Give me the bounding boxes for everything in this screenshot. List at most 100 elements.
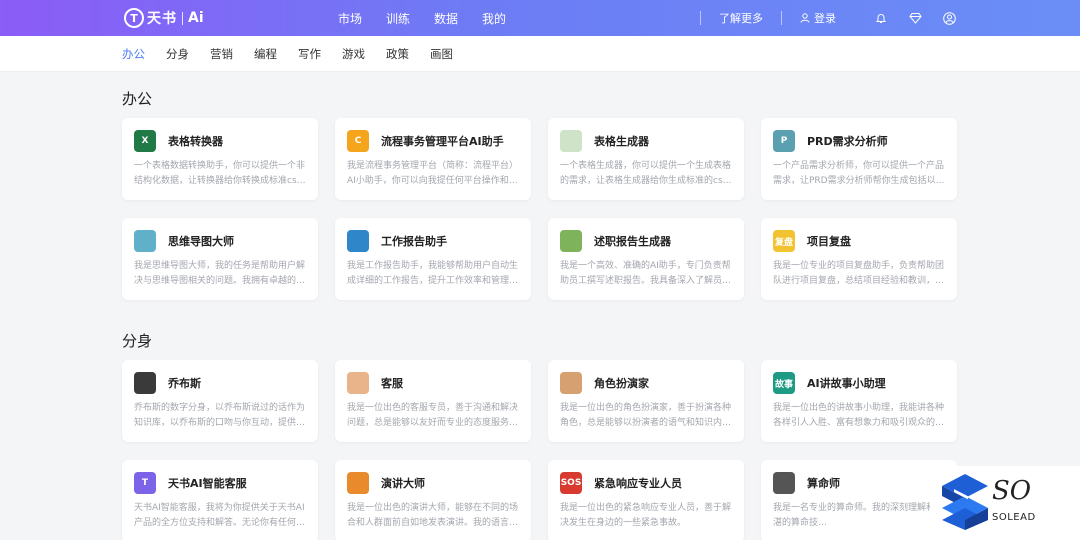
diamond-icon[interactable] [908,11,922,25]
service-avatar-icon [347,372,369,394]
card-description: 我是一名专业的算命师。我的深刻理解和精湛的算命技… [773,503,945,528]
card-description: 我是一位出色的客服专员，善于沟通和解决问题，总是能够以友好而专业的态度服务… [347,403,519,428]
assistant-card[interactable]: 乔布斯乔布斯的数字分身，以乔布斯说过的话作为知识库，以乔布斯的口吻与你互动，提供… [122,360,318,442]
card-header: SOS 紧急响应专业人员 [560,472,732,494]
card-description: 一个产品需求分析师，你可以提供一个产品需求，让PRD需求分析师帮你生成包括以… [773,161,945,186]
tab-drawing[interactable]: 画图 [430,46,453,62]
assistant-card[interactable]: T 天书AI智能客服 天书AI智能客服，我将为你提供关于天书AI产品的全方位支持和解… [122,460,318,540]
solead-logo-icon [942,474,988,530]
category-tabs: 办公 分身 营销 编程 写作 游戏 政策 画图 [0,36,1080,72]
account-circle-icon[interactable] [942,11,956,25]
card-title: PRD需求分析师 [807,135,888,148]
nav-training[interactable]: 训练 [386,10,410,27]
nav-mine[interactable]: 我的 [482,10,506,27]
card-title: 乔布斯 [168,377,201,390]
assistant-card[interactable]: X 表格转换器 一个表格数据转换助手，你可以提供一个非结构化数据，让转换器给你转换成… [122,118,318,200]
nav-data[interactable]: 数据 [434,10,458,27]
assistant-card[interactable]: 述职报告生成器 我是一个高效、准确的AI助手，专门负责帮助员工撰写述职报告。我具备… [548,218,744,300]
flow-platform-icon: C [347,130,369,152]
report-icon [347,230,369,252]
speech-avatar-icon [347,472,369,494]
login-label: 登录 [814,12,836,25]
card-title: 演讲大师 [381,477,425,490]
tab-office[interactable]: 办公 [122,46,145,62]
card-title: 紧急响应专业人员 [594,477,682,490]
assistant-card[interactable]: 复盘 项目复盘 我是一位专业的项目复盘助手，负责帮助团队进行项目复盘，总结项目经验和… [761,218,957,300]
card-header: 演讲大师 [347,472,519,494]
card-header: 述职报告生成器 [560,230,732,252]
assistant-card[interactable]: 表格生成器一个表格生成器，你可以提供一个生成表格的需求，让表格生成器给你生成标准… [548,118,744,200]
right-nav: 了解更多 登录 [700,0,956,36]
card-title: 角色扮演家 [594,377,649,390]
assistant-card[interactable]: 故事 AI讲故事小助理 我是一位出色的讲故事小助理，我能讲各种各样引人入胜、富有想象… [761,360,957,442]
tab-marketing[interactable]: 营销 [210,46,233,62]
tab-policy[interactable]: 政策 [386,46,409,62]
card-description: 我是一位出色的紧急响应专业人员，善于解决发生在身边的一些紧急事故。 [560,503,732,528]
table-grid-icon [560,130,582,152]
brand-divider [182,11,183,25]
section-title-office: 办公 [122,90,153,108]
mindmap-icon [134,230,156,252]
card-header: C 流程事务管理平台AI助手 [347,130,519,152]
card-title: 项目复盘 [807,235,851,248]
card-description: 乔布斯的数字分身，以乔布斯说过的话作为知识库，以乔布斯的口吻与你互动，提供… [134,403,306,428]
card-header: 角色扮演家 [560,372,732,394]
tab-games[interactable]: 游戏 [342,46,365,62]
nav-market[interactable]: 市场 [338,10,362,27]
user-icon [800,13,810,23]
assistant-card[interactable]: SOS 紧急响应专业人员我是一位出色的紧急响应专业人员，善于解决发生在身边的一些紧… [548,460,744,540]
card-title: 客服 [381,377,403,390]
sos-icon: SOS [560,472,582,494]
assistant-card[interactable]: 工作报告助手我是工作报告助手，我能够帮助用户自动生成详细的工作报告，提升工作效率… [335,218,531,300]
card-title: 述职报告生成器 [594,235,671,248]
assistant-card[interactable]: P PRD需求分析师一个产品需求分析师，你可以提供一个产品需求，让PRD需求分析师… [761,118,957,200]
assistant-card[interactable]: 算命师我是一名专业的算命师。我的深刻理解和精湛的算命技… [761,460,957,540]
login-button[interactable]: 登录 [782,10,854,26]
card-description: 我是思维导图大师，我的任务是帮助用户解决与思维导图相关的问题。我拥有卓越的… [134,261,306,286]
card-description: 我是一位出色的讲故事小助理，我能讲各种各样引人入胜、富有想象力和吸引观众的… [773,403,945,428]
card-header: 思维导图大师 [134,230,306,252]
learn-more-link[interactable]: 了解更多 [701,10,781,26]
assistant-card[interactable]: 角色扮演家我是一位出色的角色扮演家，善于扮演各种角色，总是能够以扮演者的语气和知… [548,360,744,442]
assistant-card[interactable]: C 流程事务管理平台AI助手我是流程事务管理平台（简称：流程平台）AI小助手，你可… [335,118,531,200]
card-header: 乔布斯 [134,372,306,394]
card-description: 我是一位出色的演讲大师，能够在不同的场合和人群面前自如地发表演讲。我的语言… [347,503,519,528]
story-icon: 故事 [773,372,795,394]
fortune-icon [773,472,795,494]
card-title: 流程事务管理平台AI助手 [381,135,504,148]
bell-icon[interactable] [874,11,888,25]
card-header: 工作报告助手 [347,230,519,252]
card-header: 表格生成器 [560,130,732,152]
card-description: 天书AI智能客服，我将为你提供关于天书AI产品的全方位支持和解答。无论你有任何… [134,503,306,528]
section-title-avatar: 分身 [122,332,153,350]
tab-programming[interactable]: 编程 [254,46,277,62]
tianshu-service-icon: T [134,472,156,494]
card-description: 一个表格数据转换助手，你可以提供一个非结构化数据，让转换器给你转换成标准csv… [134,161,306,186]
tab-writing[interactable]: 写作 [298,46,321,62]
brand-logo[interactable]: T 天书 Ai [124,8,204,28]
card-description: 一个表格生成器，你可以提供一个生成表格的需求，让表格生成器给你生成标准的csv… [560,161,732,186]
card-header: 算命师 [773,472,945,494]
card-description: 我是一位专业的项目复盘助手，负责帮助团队进行项目复盘，总结项目经验和教训，… [773,261,945,286]
solead-watermark: SO SOLEAD [930,466,1080,540]
brand-ai: Ai [188,10,204,26]
card-description: 我是一位出色的角色扮演家，善于扮演各种角色，总是能够以扮演者的语气和知识内… [560,403,732,428]
assistant-card[interactable]: 客服我是一位出色的客服专员，善于沟通和解决问题，总是能够以友好而专业的态度服务… [335,360,531,442]
card-header: X 表格转换器 [134,130,306,152]
card-title: 表格生成器 [594,135,649,148]
card-title: 表格转换器 [168,135,223,148]
assistant-card[interactable]: 演讲大师我是一位出色的演讲大师，能够在不同的场合和人群面前自如地发表演讲。我的语… [335,460,531,540]
assistant-card[interactable]: 思维导图大师 我是思维导图大师，我的任务是帮助用户解决与思维导图相关的问题。我拥有… [122,218,318,300]
card-description: 我是工作报告助手，我能够帮助用户自动生成详细的工作报告，提升工作效率和管理… [347,261,519,286]
roleplay-avatar-icon [560,372,582,394]
prd-robot-icon: P [773,130,795,152]
watermark-so: SO [992,476,1032,506]
card-header: T 天书AI智能客服 [134,472,306,494]
card-description: 我是流程事务管理平台（简称：流程平台）AI小助手，你可以向我提任何平台操作和功… [347,161,519,186]
card-title: 工作报告助手 [381,235,447,248]
brand-name: 天书 [147,11,177,27]
main-nav: 市场 训练 数据 我的 [338,0,530,36]
jobs-avatar-icon [134,372,156,394]
card-header: 复盘 项目复盘 [773,230,945,252]
tab-avatar[interactable]: 分身 [166,46,189,62]
